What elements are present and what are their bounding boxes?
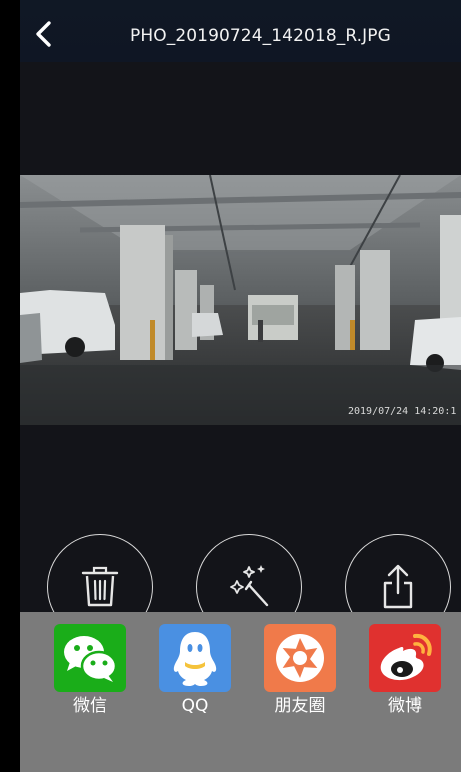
share-qq-label: QQ: [181, 696, 209, 716]
back-button[interactable]: [32, 20, 56, 48]
chevron-left-icon: [36, 21, 51, 47]
share-icon: [383, 564, 413, 609]
magic-wand-icon: [230, 565, 269, 607]
qq-icon: [159, 624, 231, 692]
share-weibo-label: 微博: [388, 696, 422, 716]
page-title: PHO_20190724_142018_R.JPG: [130, 26, 391, 46]
photo-preview[interactable]: [20, 175, 461, 425]
share-qq-button[interactable]: QQ: [155, 624, 235, 716]
share-wechat-button[interactable]: 微信: [50, 624, 130, 716]
photo-timestamp: 2019/07/24 14:20:1: [348, 406, 457, 417]
share-moments-button[interactable]: 朋友圈: [260, 624, 340, 716]
share-wechat-label: 微信: [73, 696, 107, 716]
parking-garage-photo: [20, 175, 461, 425]
share-moments-label: 朋友圈: [274, 696, 326, 716]
trash-icon: [81, 566, 119, 607]
moments-icon: [264, 624, 336, 692]
left-edge-strip: [0, 0, 20, 772]
wechat-icon: [54, 624, 126, 692]
weibo-icon: [369, 624, 441, 692]
top-bar: PHO_20190724_142018_R.JPG: [20, 0, 461, 62]
share-weibo-button[interactable]: 微博: [365, 624, 445, 716]
share-sheet: 微信 QQ 朋友圈 微博: [20, 612, 461, 772]
photo-viewer-screen: PHO_20190724_142018_R.JPG 2019/07/24 14:…: [20, 0, 461, 772]
